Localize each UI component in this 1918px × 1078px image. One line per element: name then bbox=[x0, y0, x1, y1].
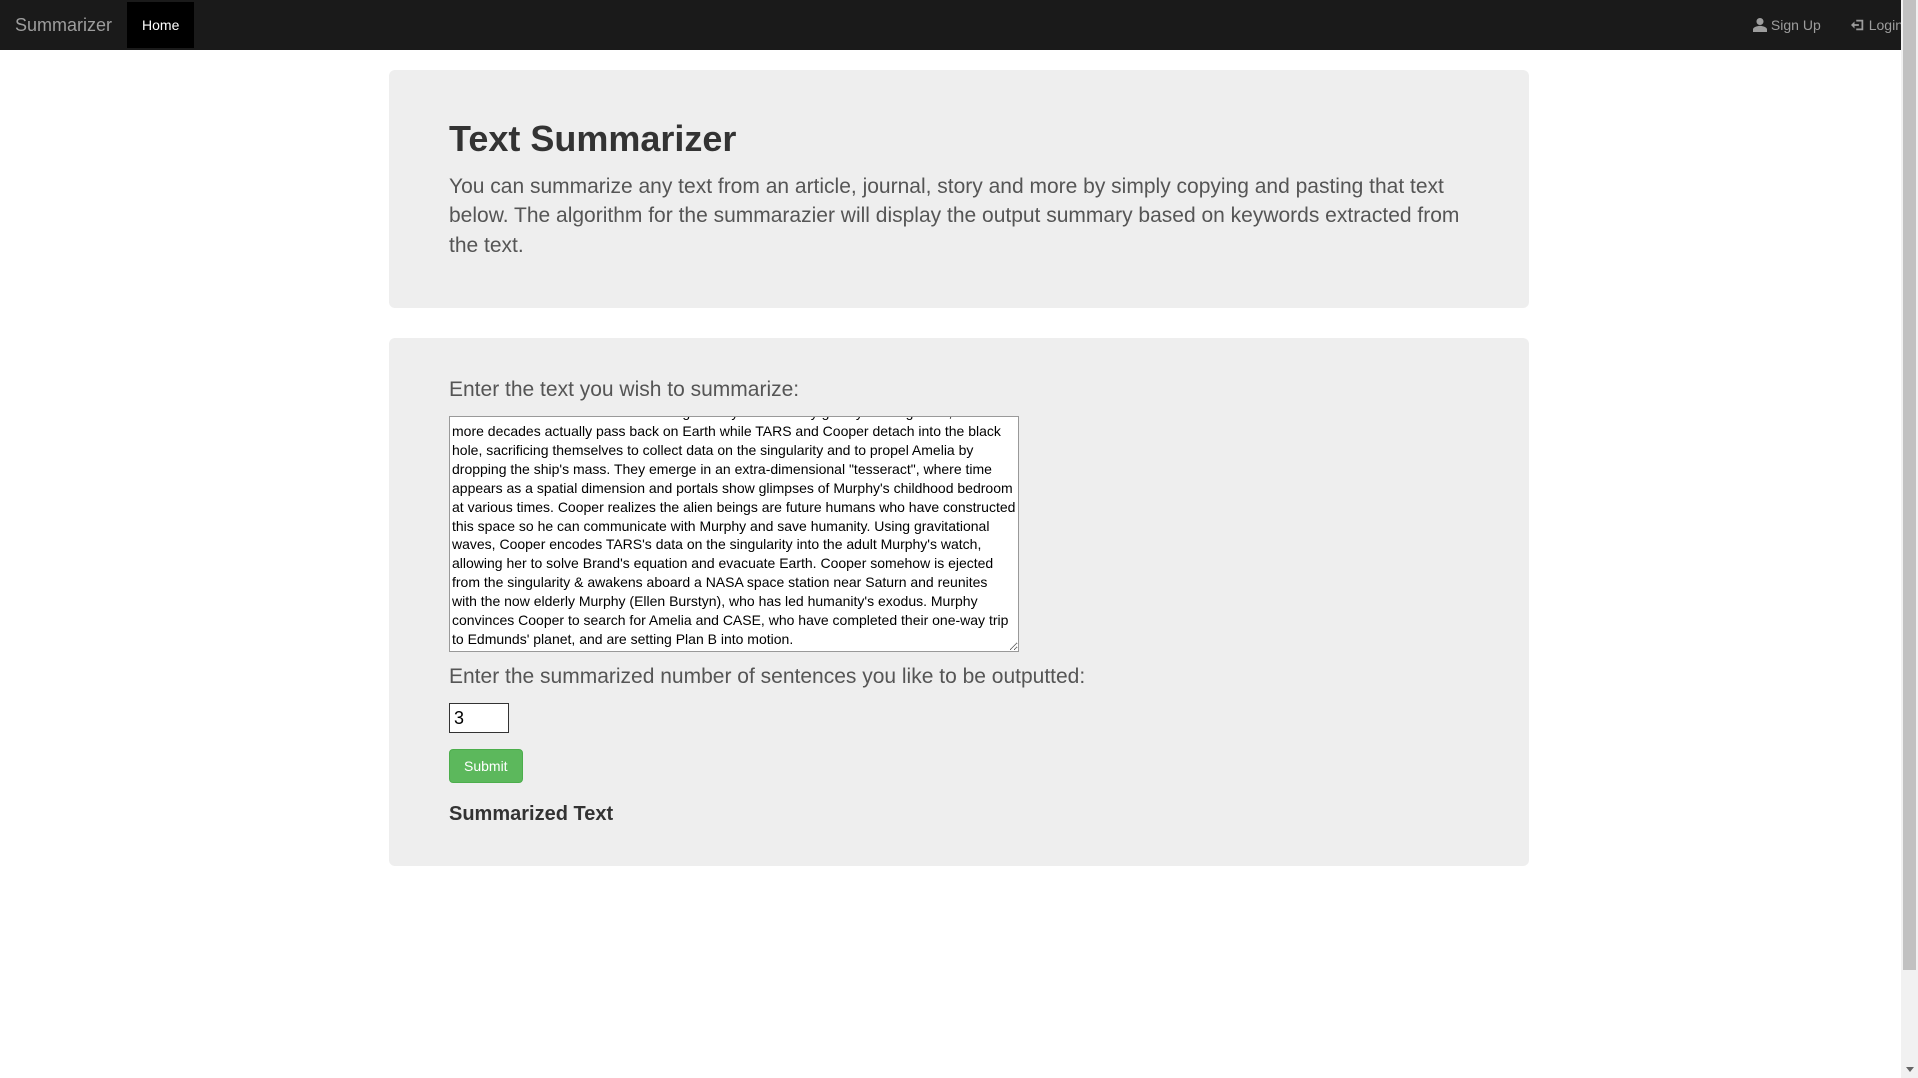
hero-panel: Text Summarizer You can summarize any te… bbox=[389, 70, 1529, 308]
navbar: Summarizer Home Sign Up Login bbox=[0, 0, 1918, 50]
sentences-input[interactable] bbox=[449, 703, 509, 733]
nav-right: Sign Up Login bbox=[1738, 2, 1918, 48]
scrollbar-thumb[interactable] bbox=[1903, 0, 1916, 970]
page-scrollbar[interactable] bbox=[1901, 0, 1918, 1078]
chevron-down-icon bbox=[1906, 1067, 1914, 1072]
nav-login-label: Login bbox=[1869, 17, 1903, 33]
main-container: Text Summarizer You can summarize any te… bbox=[374, 70, 1544, 866]
text-input-label: Enter the text you wish to summarize: bbox=[449, 378, 1469, 402]
nav-home[interactable]: Home bbox=[127, 2, 194, 48]
output-heading: Summarized Text bbox=[449, 803, 1469, 826]
user-icon bbox=[1753, 18, 1767, 32]
login-icon bbox=[1851, 18, 1865, 32]
sentences-input-label: Enter the summarized number of sentences… bbox=[449, 665, 1469, 689]
text-input[interactable] bbox=[449, 416, 1019, 652]
page-title: Text Summarizer bbox=[449, 118, 1469, 160]
page-description: You can summarize any text from an artic… bbox=[449, 172, 1469, 260]
form-panel: Enter the text you wish to summarize: En… bbox=[389, 338, 1529, 866]
submit-button[interactable]: Submit bbox=[449, 749, 523, 783]
nav-signup[interactable]: Sign Up bbox=[1738, 2, 1836, 48]
nav-signup-label: Sign Up bbox=[1771, 17, 1821, 33]
brand-link[interactable]: Summarizer bbox=[0, 0, 127, 51]
textarea-wrap bbox=[449, 416, 1019, 655]
scrollbar-down-arrow[interactable] bbox=[1901, 1061, 1918, 1078]
